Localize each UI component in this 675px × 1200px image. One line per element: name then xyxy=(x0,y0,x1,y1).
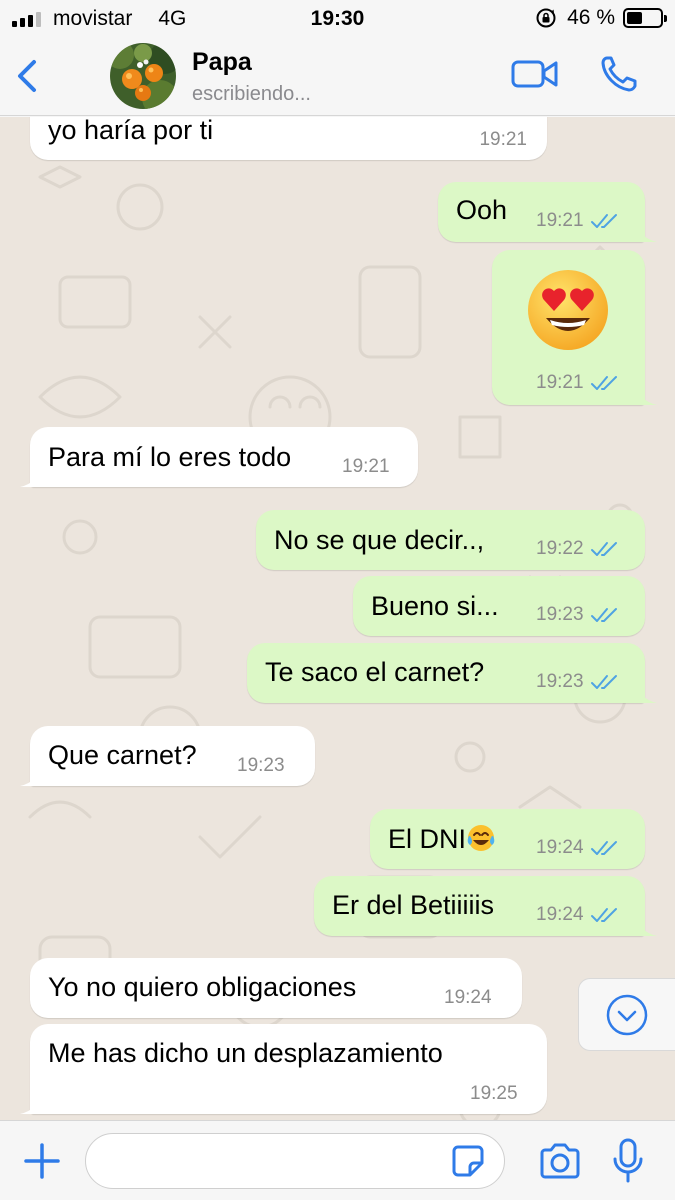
message-time: 19:23 xyxy=(536,671,584,692)
message-time: 19:21 xyxy=(536,372,584,393)
message-text: Te saco el carnet? xyxy=(265,657,485,687)
message-bubble-incoming[interactable]: Yo no quiero obligaciones 19:24 xyxy=(30,958,522,1018)
message-time: 19:21 xyxy=(342,456,390,477)
battery-percent: 46 % xyxy=(567,6,615,29)
plus-icon[interactable] xyxy=(22,1141,62,1181)
message-time: 19:23 xyxy=(536,604,584,625)
contact-status: escribiendo... xyxy=(192,83,311,105)
chat-area[interactable]: yo haría por ti 19:21 Ooh 19:21 19:21 Pa… xyxy=(0,117,675,1120)
read-receipt-icon xyxy=(590,542,617,556)
read-receipt-icon xyxy=(590,675,617,689)
message-bubble-outgoing[interactable]: Bueno si... 19:23 xyxy=(353,576,645,636)
message-text: Yo no quiero obligaciones xyxy=(48,972,357,1002)
message-text: Me has dicho un desplazamiento xyxy=(48,1038,443,1068)
contact-name[interactable]: Papa xyxy=(192,48,252,77)
message-time: 19:23 xyxy=(237,755,285,776)
message-text: Que carnet? xyxy=(48,740,197,770)
read-receipt-icon xyxy=(590,376,617,390)
camera-icon[interactable] xyxy=(538,1141,582,1181)
video-call-icon[interactable] xyxy=(510,56,560,92)
heart-eyes-emoji-icon xyxy=(528,270,608,350)
message-text: yo haría por ti xyxy=(48,117,214,145)
message-time: 19:21 xyxy=(479,129,527,150)
message-input-bar xyxy=(0,1120,675,1200)
message-time: 19:24 xyxy=(444,987,492,1008)
message-bubble-outgoing[interactable]: 19:21 xyxy=(492,250,657,405)
read-receipt-icon xyxy=(590,841,617,855)
microphone-icon[interactable] xyxy=(610,1137,646,1185)
message-text: No se que decir.., xyxy=(274,525,485,555)
chevron-down-icon xyxy=(606,994,648,1036)
battery-icon xyxy=(623,8,667,28)
phone-call-icon[interactable] xyxy=(598,54,642,94)
back-icon[interactable] xyxy=(12,54,44,98)
read-receipt-icon xyxy=(590,908,617,922)
message-time: 19:25 xyxy=(470,1083,518,1104)
message-text: Para mí lo eres todo xyxy=(48,442,292,472)
message-bubble-incoming[interactable]: yo haría por ti 19:21 xyxy=(30,117,547,160)
message-bubble-outgoing[interactable]: Ooh 19:21 xyxy=(438,182,657,242)
message-text: Er del Betiiiiis xyxy=(332,890,495,920)
read-receipt-icon xyxy=(590,608,617,622)
orientation-lock-icon xyxy=(536,8,556,28)
message-bubble-incoming[interactable]: Me has dicho un desplazamiento 19:25 xyxy=(20,1024,547,1114)
message-input[interactable] xyxy=(85,1133,505,1189)
message-time: 19:24 xyxy=(536,837,584,858)
avatar[interactable] xyxy=(110,43,176,109)
tears-of-joy-emoji-icon xyxy=(467,825,495,851)
scroll-to-bottom-button[interactable] xyxy=(578,978,675,1051)
message-bubble-outgoing[interactable]: No se que decir.., 19:22 xyxy=(256,510,645,570)
message-time: 19:22 xyxy=(536,538,584,559)
message-bubble-outgoing[interactable]: Te saco el carnet? 19:23 xyxy=(247,643,657,703)
sticker-icon[interactable] xyxy=(450,1143,486,1179)
message-bubble-outgoing[interactable]: Er del Betiiiiis 19:24 xyxy=(314,876,657,936)
chat-header: Papa escribiendo... xyxy=(0,38,675,116)
read-receipt-icon xyxy=(590,214,617,228)
message-bubble-incoming[interactable]: Que carnet? 19:23 xyxy=(20,726,315,786)
status-bar: movistar 4G 19:30 46 % xyxy=(0,0,675,38)
message-text: Ooh xyxy=(456,195,508,225)
message-bubble-incoming[interactable]: Para mí lo eres todo 19:21 xyxy=(20,427,418,487)
message-time: 19:21 xyxy=(536,210,584,231)
message-text: El DNI xyxy=(388,824,467,854)
message-bubble-outgoing[interactable]: El DNI 19:24 xyxy=(370,809,645,869)
message-text: Bueno si... xyxy=(371,591,499,621)
message-time: 19:24 xyxy=(536,904,584,925)
